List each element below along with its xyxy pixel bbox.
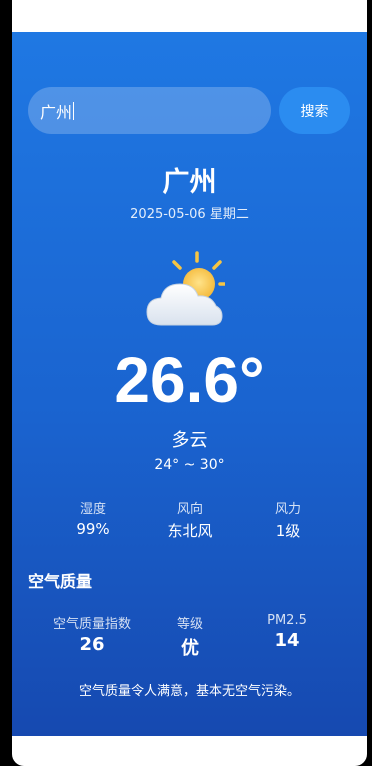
aq-level-stat: 等级 优 xyxy=(135,613,245,660)
wind-direction-label: 风向 xyxy=(176,502,203,517)
search-button[interactable]: 搜索 xyxy=(279,87,350,134)
temperature-range: 24° ~ 30° xyxy=(154,457,225,473)
city-name: 广州 xyxy=(162,167,217,198)
wind-direction-value: 东北风 xyxy=(167,522,213,540)
aq-level-label: 等级 xyxy=(176,617,203,632)
wind-force-value: 1级 xyxy=(275,522,301,540)
air-quality-description: 空气质量令人满意，基本无空气污染。 xyxy=(78,684,300,699)
pm25-label: PM2.5 xyxy=(267,613,307,628)
aqi-value: 26 xyxy=(79,634,105,655)
partly-cloudy-icon xyxy=(146,251,225,326)
pm25-value: 14 xyxy=(274,630,300,651)
weather-screen: 广州 搜索 广州 2025-05-06 星期二 26.6° 多云 24° ~ 3… xyxy=(12,32,367,736)
humidity-label: 湿度 xyxy=(79,502,106,517)
date-text: 2025-05-06 星期二 xyxy=(130,207,249,222)
current-temperature: 26.6° xyxy=(114,344,265,416)
text-caret xyxy=(73,101,75,120)
weather-condition: 多云 xyxy=(171,430,208,451)
wind-direction-stat: 风向 东北风 xyxy=(140,498,240,541)
phone-frame: 广州 搜索 广州 2025-05-06 星期二 26.6° 多云 24° ~ 3… xyxy=(12,0,367,766)
pm25-stat: PM2.5 14 xyxy=(232,613,342,651)
aq-level-value: 优 xyxy=(181,638,199,659)
search-input-value: 广州 xyxy=(40,102,73,122)
humidity-stat: 湿度 99% xyxy=(43,498,143,538)
wind-force-stat: 风力 1级 xyxy=(238,498,338,541)
search-input[interactable]: 广州 xyxy=(28,87,271,134)
humidity-value: 99% xyxy=(76,520,110,538)
search-bar: 广州 搜索 xyxy=(28,87,350,134)
wind-force-label: 风力 xyxy=(274,502,301,517)
aqi-label: 空气质量指数 xyxy=(52,617,131,632)
aqi-stat: 空气质量指数 26 xyxy=(37,613,147,655)
air-quality-title: 空气质量 xyxy=(28,572,93,591)
